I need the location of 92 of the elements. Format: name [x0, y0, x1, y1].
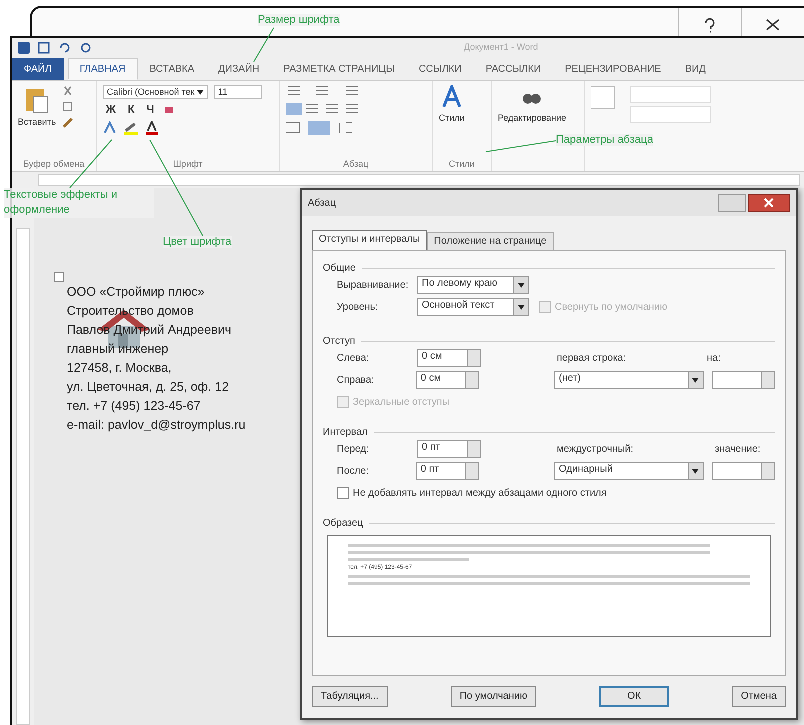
dialog-tab[interactable]: Положение на странице — [427, 232, 554, 250]
window-title: Документ1 - Word — [464, 42, 538, 52]
paste-button[interactable]: Вставить — [18, 85, 56, 159]
close-icon — [764, 198, 774, 208]
field-label: Уровень: — [337, 302, 380, 312]
annotation-label: Текстовые эффекты и оформление — [4, 188, 154, 218]
font-color-icon[interactable] — [145, 121, 159, 135]
brush-icon[interactable] — [62, 117, 74, 129]
field-label: первая строка: — [557, 352, 628, 364]
dropdown[interactable]: По левому краю — [417, 276, 529, 294]
field-label: Справа: — [337, 374, 376, 386]
spin-field[interactable]: 0 пт — [417, 440, 481, 458]
section-heading: Образец — [323, 518, 364, 529]
ribbon-tab[interactable]: ФАЙЛ — [12, 58, 64, 80]
save-icon[interactable] — [38, 42, 50, 54]
document-text-line: Павлов Дмитрий Андреевич — [67, 322, 232, 339]
spin-field[interactable]: 0 см — [416, 371, 480, 389]
caret-icon — [692, 378, 700, 382]
spin-field[interactable] — [712, 371, 775, 389]
field-label: После: — [337, 466, 370, 476]
ribbon-tab[interactable]: РЕЦЕНЗИРОВАНИЕ — [553, 58, 674, 80]
dropdown[interactable]: Одинарный — [554, 462, 704, 480]
spin-field[interactable] — [712, 462, 775, 480]
dropdown[interactable]: Основной текст — [417, 298, 529, 316]
document-text-line: тел. +7 (495) 123-45-67 — [67, 398, 202, 415]
help-icon[interactable] — [703, 16, 717, 32]
format-button[interactable]: Ж — [103, 104, 119, 116]
section-heading: Общие — [323, 263, 356, 274]
section-heading: Интервал — [323, 427, 368, 438]
field-label: значение: — [715, 444, 761, 454]
checkbox-label: Не добавлять интервал между абзацами одного стиля — [353, 488, 607, 498]
undo-icon[interactable] — [58, 42, 72, 54]
spin-field[interactable]: 0 см — [417, 349, 481, 367]
group-label: Шрифт — [172, 159, 204, 169]
field-label: Слева: — [337, 352, 370, 364]
annotation-label: Цвет шрифта — [163, 236, 232, 248]
close-button[interactable] — [748, 194, 790, 212]
section-heading: Отступ — [323, 336, 356, 347]
eraser-icon[interactable] — [163, 104, 176, 116]
dialog-tab[interactable]: Отступы и интервалы — [312, 230, 428, 250]
close-icon[interactable] — [765, 18, 781, 32]
ribbon-tab[interactable]: РАЗМЕТКА СТРАНИЦЫ — [272, 58, 407, 80]
checkbox[interactable] — [337, 487, 349, 499]
caret-icon — [692, 468, 700, 474]
document-text-line: Строительство домов — [67, 303, 195, 320]
spin-field[interactable]: 0 пт — [416, 462, 480, 480]
dialog-button[interactable]: Табуляция... — [312, 686, 388, 707]
ribbon-tab[interactable]: ВИД — [673, 58, 718, 80]
checkbox-label: Зеркальные отступы — [353, 396, 450, 408]
document-text-line: 127458, г. Москва, — [67, 360, 173, 377]
redo-icon[interactable] — [80, 42, 92, 54]
annotation-label: Параметры абзаца — [556, 134, 654, 146]
ribbon-tab[interactable]: ДИЗАЙН — [206, 58, 272, 80]
dialog-button[interactable]: Отмена — [732, 686, 786, 707]
styles-button[interactable]: Стили — [439, 85, 465, 159]
word-logo-icon[interactable] — [18, 42, 30, 54]
leader-line — [254, 28, 274, 62]
field-label: междустрочный: — [557, 444, 635, 454]
group-label: Буфер обмена — [22, 159, 86, 169]
field-label: Перед: — [337, 444, 370, 454]
format-button[interactable]: К — [124, 104, 138, 116]
table-handle-icon[interactable] — [54, 272, 64, 282]
copy-icon[interactable] — [62, 101, 74, 113]
cut-icon[interactable] — [62, 85, 74, 97]
font-name-field[interactable]: Calibri (Основной тек — [103, 85, 208, 99]
dropdown[interactable]: (нет) — [554, 371, 704, 389]
dialog-button[interactable]: По умолчанию — [450, 686, 536, 707]
document-text-line: e-mail: pavlov_d@stroymplus.ru — [67, 417, 246, 434]
group-label: Абзац — [342, 159, 370, 169]
ribbon-tab[interactable]: ССЫЛКИ — [406, 58, 474, 80]
document-text-line: главный инженер — [67, 341, 170, 358]
annotation-label: Размер шрифта — [258, 14, 340, 26]
ribbon-tab[interactable]: РАССЫЛКИ — [474, 58, 554, 80]
caret-icon — [518, 282, 524, 288]
format-button[interactable]: Ч — [144, 104, 158, 116]
text-effects-icon[interactable] — [103, 121, 117, 135]
caret-icon — [518, 304, 524, 310]
field-label: на: — [707, 352, 721, 364]
ribbon-tab[interactable]: ГЛАВНАЯ — [68, 58, 138, 80]
dialog-title: Абзац — [308, 198, 336, 208]
document-text-line: ООО «Строймир плюс» — [67, 284, 206, 301]
caret-icon — [197, 90, 204, 95]
document-text-line: ул. Цветочная, д. 25, оф. 12 — [67, 379, 230, 396]
help-button[interactable] — [718, 194, 746, 212]
highlighter-icon[interactable] — [123, 121, 139, 135]
font-size-field[interactable]: 11 — [214, 85, 262, 99]
ribbon-tab[interactable]: ВСТАВКА — [138, 58, 207, 80]
group-label: Стили — [448, 159, 476, 169]
checkbox-label: Свернуть по умолчанию — [555, 302, 668, 312]
field-label: Выравнивание: — [337, 280, 410, 290]
leader-line — [486, 140, 556, 152]
dialog-button[interactable]: ОК — [599, 686, 670, 707]
